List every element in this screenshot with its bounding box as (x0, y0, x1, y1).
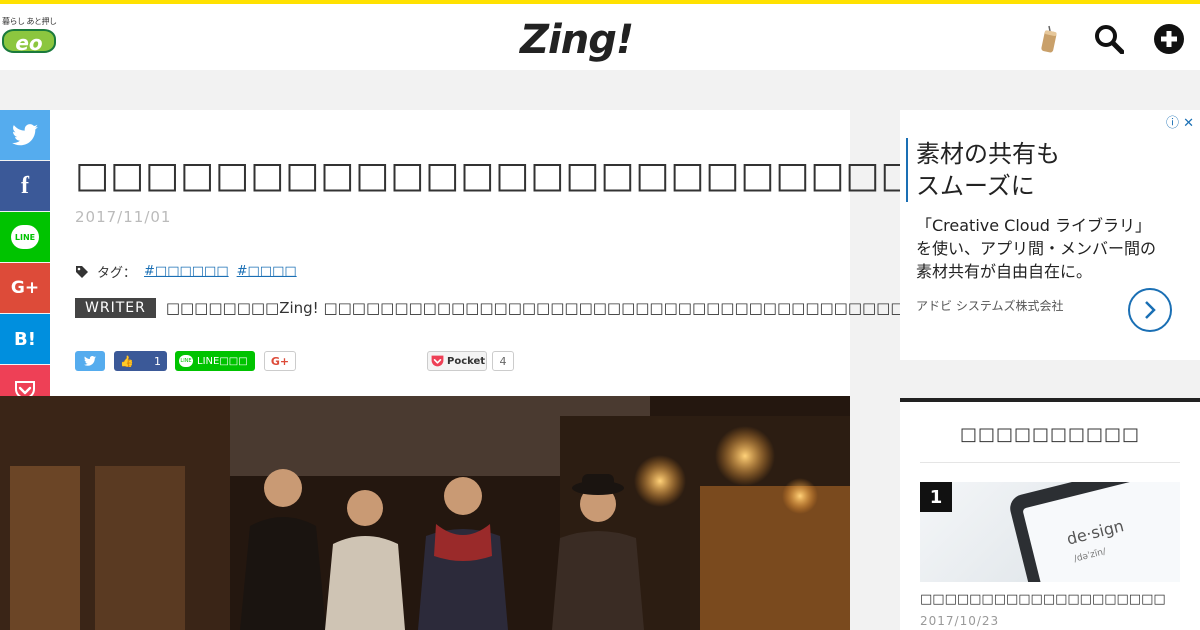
tag-link[interactable]: #□□□□□□ (144, 264, 229, 279)
ad-body-line: 素材共有が自由自在に。 (916, 262, 1093, 281)
article-hero-photo (0, 396, 850, 630)
tag-icon (76, 265, 88, 278)
facebook-like-button[interactable]: 👍 1 (114, 351, 167, 371)
ranking-item-date: 2017/10/23 (920, 614, 1000, 628)
share-twitter-button[interactable] (0, 110, 50, 160)
line-icon: LINE (179, 355, 193, 367)
google-plus-icon: G+ (270, 354, 290, 368)
line-share-label: LINE□□□ (197, 355, 248, 367)
line-icon: LINE (11, 225, 39, 249)
ad-body: 「Creative Cloud ライブラリ」 を使い、アプリ間・メンバー間の 素… (916, 214, 1156, 283)
advertisement[interactable]: ⓘ ✕ 素材の共有も スムーズに 「Creative Cloud ライブラリ」 … (900, 110, 1200, 360)
tags-label: タグ： (97, 266, 137, 281)
ad-body-line: を使い、アプリ間・メンバー間の (916, 239, 1157, 258)
article-card: □□□□□□□□□□□□□□□□□□□□□□□□□□□□□□ 2017/11/0… (50, 110, 1124, 396)
googleplus-share-button[interactable]: G+ (264, 351, 296, 371)
ranking-widget: □□□□□□□□□□ de·sign /dəˈzīn/ 1 □□□□□□□□□□… (900, 398, 1200, 630)
ad-headline-line: 素材の共有も (916, 140, 1060, 168)
search-icon[interactable] (1092, 22, 1126, 56)
tag-link[interactable]: #□□□□ (237, 264, 297, 279)
ranking-item-image[interactable]: de·sign /dəˈzīn/ 1 (920, 482, 1180, 582)
phone-illustration: de·sign /dəˈzīn/ (1010, 482, 1180, 582)
share-hatena-button[interactable]: B! (0, 314, 50, 364)
site-logo[interactable]: Zing! (520, 18, 634, 62)
ad-info-close-icon[interactable]: ⓘ ✕ (1166, 112, 1194, 131)
ranking-item-title[interactable]: □□□□□□□□□□□□□□□□□□□□ (920, 592, 1166, 607)
ad-chevron-right-icon[interactable] (1128, 288, 1172, 332)
eo-mark: eo (2, 29, 56, 55)
eo-logo[interactable]: 暮らし あと押し eo (2, 16, 60, 58)
like-count: 1 (154, 354, 161, 368)
candle-icon[interactable] (1030, 22, 1064, 56)
article-tags: タグ： #□□□□□□ #□□□□ (75, 262, 297, 281)
writer-row: WRITER □□□□□□□□Zing! □□□□□□□□□□□□□□□□□□□… (75, 298, 905, 318)
pocket-label: Pocket (447, 355, 486, 367)
divider (920, 462, 1180, 463)
twitter-bird-icon (84, 356, 96, 366)
pocket-icon (431, 355, 444, 367)
twitter-bird-icon (12, 124, 38, 146)
plus-circle-icon[interactable] (1152, 22, 1186, 56)
ad-body-line: 「Creative Cloud ライブラリ」 (916, 216, 1151, 235)
site-header: 暮らし あと押し eo Zing! (0, 4, 1200, 70)
article-date: 2017/11/01 (75, 208, 172, 226)
tweet-button[interactable] (75, 351, 105, 371)
hero-photo-illustration (0, 396, 850, 630)
rank-number: 1 (920, 482, 952, 512)
thumbs-up-icon: 👍 (120, 354, 134, 368)
hatena-icon: B! (14, 328, 36, 350)
writer-badge: WRITER (75, 298, 156, 318)
ad-headline: 素材の共有も スムーズに (906, 138, 1060, 202)
share-facebook-button[interactable]: f (0, 161, 50, 211)
share-line-button[interactable]: LINE (0, 212, 50, 262)
ad-headline-line: スムーズに (916, 172, 1035, 200)
share-googleplus-button[interactable]: G+ (0, 263, 50, 313)
pocket-count: 4 (492, 351, 514, 371)
line-share-button[interactable]: LINE LINE□□□ (175, 351, 255, 371)
facebook-icon: f (21, 172, 29, 199)
google-plus-icon: G+ (10, 278, 40, 298)
pocket-save-button[interactable]: Pocket (427, 351, 487, 371)
ranking-title: □□□□□□□□□□ (959, 424, 1141, 445)
ad-advertiser: アドビ システムズ株式会社 (916, 299, 1064, 313)
eo-tagline: 暮らし あと押し (2, 17, 57, 26)
writer-description: □□□□□□□□Zing! □□□□□□□□□□□□□□□□□□□□□□□□□□… (165, 299, 905, 317)
